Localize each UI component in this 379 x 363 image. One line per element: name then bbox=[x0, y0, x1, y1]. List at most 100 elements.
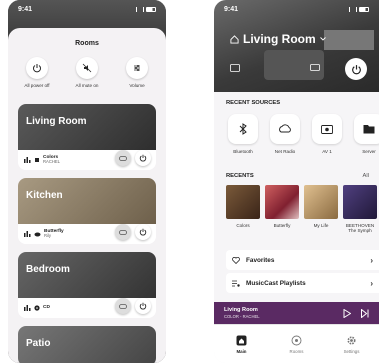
playlists-label: MusicCast Playlists bbox=[246, 279, 306, 287]
tab-main[interactable]: Main bbox=[222, 335, 262, 354]
room-image bbox=[18, 104, 156, 150]
source-net-radio[interactable]: Net Radio bbox=[268, 114, 302, 154]
equalizer-icon bbox=[24, 305, 31, 311]
track-artist: RACHEL bbox=[43, 159, 60, 165]
room-image bbox=[18, 252, 156, 298]
recent-label: My Life bbox=[313, 223, 329, 228]
cloud-radio-icon[interactable] bbox=[270, 114, 300, 144]
status-bar: 9:41 bbox=[8, 0, 166, 18]
volume-action[interactable]: Volume bbox=[113, 57, 161, 88]
link-icon[interactable] bbox=[115, 298, 131, 314]
recents-all-link[interactable]: All bbox=[363, 173, 369, 179]
quick-action-label: All power off bbox=[24, 83, 50, 88]
room-image bbox=[18, 178, 156, 224]
power-icon[interactable] bbox=[135, 224, 151, 240]
room-power-button[interactable] bbox=[345, 58, 367, 80]
rooms-screen: 9:41 Rooms All power off All mute on Vol… bbox=[8, 0, 166, 363]
tab-label: Rooms bbox=[289, 348, 304, 354]
track-title: CD bbox=[43, 305, 50, 311]
quick-actions: All power off All mute on Volume bbox=[8, 57, 166, 88]
status-icons bbox=[136, 6, 156, 12]
mute-icon[interactable] bbox=[76, 57, 98, 79]
status-bar: 9:41 bbox=[214, 0, 379, 18]
tab-label: Settings bbox=[343, 348, 360, 354]
quick-action-label: All mute on bbox=[75, 83, 99, 88]
tab-settings[interactable]: Settings bbox=[332, 335, 372, 354]
source-label: Net Radio bbox=[274, 149, 296, 154]
house-icon bbox=[230, 34, 239, 44]
quick-action-label: Volume bbox=[129, 83, 145, 88]
now-playing-bar[interactable]: Living Room COLOR - RACHEL bbox=[214, 302, 379, 324]
sheet-title: Rooms bbox=[75, 40, 99, 47]
av-input-icon[interactable] bbox=[312, 114, 342, 144]
tab-rooms[interactable]: Rooms bbox=[277, 335, 317, 354]
next-icon[interactable] bbox=[361, 308, 369, 318]
room-title: Living Room bbox=[243, 32, 316, 46]
source-label: AV 1 bbox=[322, 149, 332, 154]
playlist-icon bbox=[232, 280, 240, 287]
sleep-timer-icon[interactable] bbox=[230, 64, 240, 72]
room-card-living-room[interactable]: Living Room Colors RACHEL bbox=[18, 104, 156, 170]
tab-label: Main bbox=[236, 348, 247, 354]
sliders-icon[interactable] bbox=[126, 57, 148, 79]
album-art bbox=[304, 185, 338, 219]
room-card-bedroom[interactable]: Bedroom CD bbox=[18, 252, 156, 318]
tv-icon[interactable] bbox=[310, 64, 320, 72]
cloud-icon bbox=[34, 232, 41, 237]
signal-icon bbox=[349, 6, 357, 12]
favorites-label: Favorites bbox=[246, 256, 275, 264]
all-power-off-action[interactable]: All power off bbox=[13, 57, 61, 88]
battery-icon bbox=[359, 6, 369, 12]
link-icon[interactable] bbox=[115, 224, 131, 240]
recent-sublabel: The Symph bbox=[348, 228, 372, 234]
favorites-row[interactable]: Favorites › bbox=[226, 250, 379, 270]
source-server[interactable]: Server bbox=[352, 114, 379, 154]
link-icon[interactable] bbox=[115, 150, 131, 166]
album-art bbox=[226, 185, 260, 219]
recent-item[interactable]: BEETHOVEN The Symph bbox=[343, 185, 377, 234]
recent-label: Butterfly bbox=[273, 223, 291, 228]
room-detail-screen: 9:41 Living Room RECENT SOURCES Bluetoot… bbox=[214, 0, 379, 363]
room-card-patio[interactable]: Patio bbox=[18, 326, 156, 363]
now-playing-track: COLOR - RACHEL bbox=[224, 313, 260, 319]
home-icon bbox=[236, 335, 248, 347]
source-av1[interactable]: AV 1 bbox=[310, 114, 344, 154]
equalizer-icon bbox=[24, 157, 31, 163]
bluetooth-icon[interactable] bbox=[228, 114, 258, 144]
recent-label: Colors bbox=[236, 223, 250, 228]
album-art bbox=[343, 185, 377, 219]
play-icon[interactable] bbox=[343, 308, 351, 318]
signal-icon bbox=[136, 6, 144, 12]
recent-item[interactable]: My Life bbox=[304, 185, 338, 234]
room-card-kitchen[interactable]: Kitchen Butterfly Rily bbox=[18, 178, 156, 244]
chevron-right-icon: › bbox=[370, 255, 373, 265]
recent-sources-row: Bluetooth Net Radio AV 1 Server bbox=[226, 114, 379, 154]
now-playing-room: Living Room bbox=[224, 307, 258, 314]
power-icon[interactable] bbox=[26, 57, 48, 79]
playlists-row[interactable]: MusicCast Playlists › bbox=[226, 273, 379, 293]
source-bluetooth[interactable]: Bluetooth bbox=[226, 114, 260, 154]
server-folder-icon[interactable] bbox=[354, 114, 379, 144]
status-icons bbox=[349, 6, 369, 12]
power-icon[interactable] bbox=[135, 298, 151, 314]
playback-controls bbox=[343, 308, 369, 318]
tab-bar: Main Rooms Settings bbox=[214, 324, 379, 363]
album-art bbox=[265, 185, 299, 219]
rooms-icon bbox=[291, 335, 303, 347]
recent-item[interactable]: Colors bbox=[226, 185, 260, 234]
room-controls bbox=[115, 298, 151, 314]
gear-icon bbox=[346, 335, 358, 347]
source-label: Server bbox=[362, 149, 376, 154]
all-mute-on-action[interactable]: All mute on bbox=[63, 57, 111, 88]
power-icon bbox=[351, 64, 361, 74]
recent-item[interactable]: Butterfly bbox=[265, 185, 299, 234]
power-icon[interactable] bbox=[135, 150, 151, 166]
recents-heading: RECENTS bbox=[226, 173, 254, 179]
track-artist: Rily bbox=[44, 233, 51, 239]
chevron-right-icon: › bbox=[370, 278, 373, 288]
room-selector[interactable]: Living Room bbox=[230, 32, 326, 46]
room-name: Bedroom bbox=[26, 264, 70, 275]
heart-icon bbox=[232, 256, 240, 264]
room-name: Living Room bbox=[26, 116, 87, 127]
room-source: Butterfly Rily bbox=[24, 229, 64, 239]
